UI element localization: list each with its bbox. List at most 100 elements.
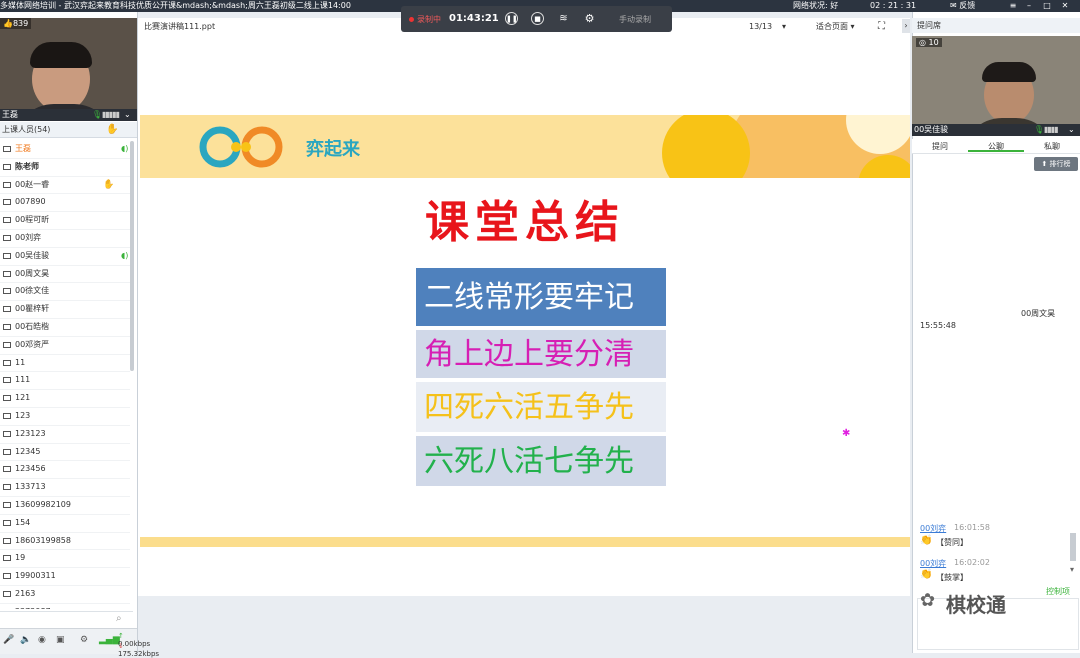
user-name: 123123 bbox=[15, 426, 46, 443]
chat-sender-link[interactable]: 00刘弈 bbox=[920, 523, 946, 534]
chat-sender: 00周文昊 bbox=[1021, 308, 1055, 319]
user-name: 19 bbox=[15, 550, 25, 567]
settings-icon[interactable]: ⚙ bbox=[583, 12, 596, 25]
teacher-name: 王磊 bbox=[2, 109, 18, 121]
question-seat-header: 提问席 bbox=[912, 18, 1080, 33]
signal-icon: ▂▄▆ bbox=[99, 635, 120, 645]
chat-sender-link[interactable]: 00刘弈 bbox=[920, 558, 946, 569]
user-name: 00刘弈 bbox=[15, 230, 41, 247]
clock: 02 : 21 : 31 bbox=[870, 0, 916, 12]
collapse-right-icon[interactable]: › bbox=[902, 19, 910, 33]
monitor-icon bbox=[3, 484, 11, 490]
screen-share-icon[interactable]: ▣ bbox=[56, 635, 65, 645]
user-list-item[interactable]: 00吴佳骏◖) bbox=[0, 248, 130, 266]
student-name: 00吴佳骏 bbox=[914, 124, 948, 136]
class-members-header: 上课人员(54) ✋ bbox=[0, 122, 137, 138]
monitor-icon bbox=[3, 431, 11, 437]
raise-hand-icon[interactable]: ✋ bbox=[106, 122, 118, 137]
chevron-down-icon[interactable]: ⌄ bbox=[1068, 124, 1075, 136]
user-list-item[interactable]: 00程可昕 bbox=[0, 212, 130, 230]
user-name: 2163 bbox=[15, 586, 35, 603]
minimize-icon[interactable]: – bbox=[1024, 1, 1034, 10]
mic-icon[interactable]: 🎙 bbox=[1034, 124, 1044, 136]
feedback-button[interactable]: ✉ 反馈 bbox=[950, 0, 975, 12]
user-list-item[interactable]: 00刘弈 bbox=[0, 230, 130, 248]
user-search-input[interactable]: ⌕ bbox=[0, 611, 133, 628]
user-list-item[interactable]: 11 bbox=[0, 355, 130, 373]
user-list-item[interactable]: 19 bbox=[0, 550, 130, 568]
monitor-icon bbox=[3, 538, 11, 544]
user-list-item[interactable]: 00赵一睿✋ bbox=[0, 177, 130, 195]
monitor-icon bbox=[3, 555, 11, 561]
user-list-item[interactable]: 133713 bbox=[0, 479, 130, 497]
user-list-item[interactable]: 00周文昊 bbox=[0, 266, 130, 284]
audio-wave-icon[interactable]: ≋ bbox=[557, 12, 570, 25]
slide-bottom-stripe bbox=[140, 537, 910, 547]
speaking-icon: ◖) bbox=[121, 141, 128, 158]
user-list-item[interactable]: 00邓资严 bbox=[0, 337, 130, 355]
monitor-icon bbox=[3, 199, 11, 205]
chat-message: 【鼓掌】 bbox=[936, 572, 968, 583]
user-list-item[interactable]: 00瞿梓轩 bbox=[0, 301, 130, 319]
monitor-icon bbox=[3, 217, 11, 223]
menu-icon[interactable]: ≡ bbox=[1008, 1, 1018, 10]
user-list-scrollbar[interactable] bbox=[130, 141, 134, 371]
camera-icon[interactable]: ◉ bbox=[38, 635, 46, 645]
mic-icon[interactable]: 🎙 bbox=[92, 109, 102, 121]
settings-icon[interactable]: ⚙ bbox=[80, 635, 88, 645]
user-list-item[interactable]: 13609982109 bbox=[0, 497, 130, 515]
user-name: 00吴佳骏 bbox=[15, 248, 49, 265]
scroll-down-icon[interactable]: ▾ bbox=[1070, 565, 1074, 574]
user-list-item[interactable]: 111 bbox=[0, 372, 130, 390]
user-list-item[interactable]: 00徐文佳 bbox=[0, 283, 130, 301]
fit-page-select[interactable]: 适合页面 ▾ bbox=[816, 18, 855, 36]
user-list-item[interactable]: 12345 bbox=[0, 444, 130, 462]
user-name: 00瞿梓轩 bbox=[15, 301, 49, 318]
tab-question[interactable]: 提问 bbox=[932, 141, 948, 152]
user-name: 12345 bbox=[15, 444, 40, 461]
close-icon[interactable]: ✕ bbox=[1060, 1, 1070, 10]
window-title: 多媒体网络培训 - 武汉弈起来教育科技优质公开课&mdash;&mdash;周六… bbox=[0, 0, 351, 12]
user-list-item[interactable]: 00石皓楷 bbox=[0, 319, 130, 337]
user-list-item[interactable]: 007890 bbox=[0, 194, 130, 212]
stop-icon[interactable]: ■ bbox=[531, 12, 544, 25]
like-counter[interactable]: 👍839 bbox=[0, 18, 31, 29]
monitor-icon bbox=[3, 271, 11, 277]
monitor-icon bbox=[3, 573, 11, 579]
watermark-text: 棋校通 bbox=[946, 589, 1006, 618]
user-list-item[interactable]: 121 bbox=[0, 390, 130, 408]
user-list-item[interactable]: 18603199858 bbox=[0, 533, 130, 551]
user-list-item[interactable]: 123123 bbox=[0, 426, 130, 444]
user-name: 00徐文佳 bbox=[15, 283, 49, 300]
pause-icon[interactable]: ❚❚ bbox=[505, 12, 518, 25]
summary-row: 角上边上要分清 bbox=[416, 330, 666, 380]
monitor-icon bbox=[3, 324, 11, 330]
maximize-icon[interactable]: □ bbox=[1042, 1, 1052, 10]
user-list-item[interactable]: 王磊◖) bbox=[0, 141, 130, 159]
raise-hand-icon: ✋ bbox=[103, 177, 114, 194]
speaker-icon[interactable]: 🔈 bbox=[20, 635, 31, 645]
search-icon[interactable]: ⌕ bbox=[116, 613, 122, 624]
user-list-item[interactable]: 123 bbox=[0, 408, 130, 426]
tab-private-chat[interactable]: 私聊 bbox=[1044, 141, 1060, 152]
user-list-item[interactable]: 123456 bbox=[0, 461, 130, 479]
user-list-item[interactable]: 154 bbox=[0, 515, 130, 533]
chat-scrollbar[interactable] bbox=[1070, 533, 1076, 561]
teacher-video bbox=[0, 18, 137, 121]
microphone-icon[interactable]: 🎤 bbox=[3, 635, 14, 645]
summary-row: 二线常形要牢记 bbox=[416, 268, 666, 328]
page-dropdown-icon[interactable]: ▾ bbox=[782, 18, 786, 36]
monitor-icon bbox=[3, 342, 11, 348]
user-list-item[interactable]: 2163 bbox=[0, 586, 130, 604]
user-list-item[interactable]: 19900311 bbox=[0, 568, 130, 586]
class-members-count: 上课人员(54) bbox=[2, 122, 50, 137]
user-list-item[interactable]: 陈老师 bbox=[0, 159, 130, 177]
ranking-button[interactable]: ⬆ 排行榜 bbox=[1034, 157, 1078, 171]
user-list: 王磊◖)陈老师00赵一睿✋00789000程可昕00刘弈00吴佳骏◖)00周文昊… bbox=[0, 141, 130, 609]
manual-record-button[interactable]: 手动录制 bbox=[619, 14, 651, 25]
fullscreen-icon[interactable]: ⛶ bbox=[878, 18, 885, 36]
wechat-icon: ✿ bbox=[920, 590, 935, 611]
chevron-down-icon[interactable]: ⌄ bbox=[124, 109, 131, 121]
question-seat-title: 提问席 bbox=[917, 18, 941, 33]
user-list-item[interactable]: 2272987 bbox=[0, 604, 130, 609]
